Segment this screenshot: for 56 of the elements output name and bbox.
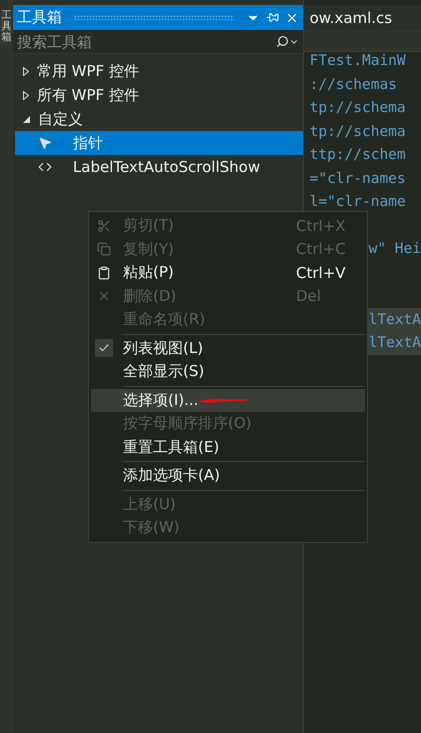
code-line: ://schemas xyxy=(308,76,398,92)
collapse-arrow-icon[interactable] xyxy=(22,116,30,122)
menu-item-label: 列表视图(L) xyxy=(123,338,204,358)
clipboard-icon xyxy=(97,266,111,280)
tree-item[interactable]: 自定义 xyxy=(14,107,303,131)
menu-item-label: 全部显示(S) xyxy=(123,362,204,382)
code-line: l="clr-name xyxy=(308,194,407,210)
search-icon[interactable] xyxy=(276,35,289,48)
code-line: FTest.MainW xyxy=(308,53,407,69)
tree-item-label: 自定义 xyxy=(38,110,83,128)
pointer-icon xyxy=(38,136,52,150)
shortcut-label: Del xyxy=(296,287,321,306)
editor-tab[interactable]: ow.xaml.cs xyxy=(304,5,421,30)
code-line: ="clr-names xyxy=(308,170,407,186)
menu-item[interactable]: 选择项(I)... xyxy=(91,388,365,412)
tree-item[interactable]: 所有 WPF 控件 xyxy=(14,83,303,107)
tree-item[interactable]: LabelTextAutoScrollShow xyxy=(14,155,303,179)
code-line: tp://schema xyxy=(308,124,407,140)
menu-item-label: 选择项(I)... xyxy=(123,390,198,410)
menu-item[interactable]: 列表视图(L) xyxy=(91,336,365,360)
tree-item-label: LabelTextAutoScrollShow xyxy=(72,158,260,176)
tree-item[interactable]: 常用 WPF 控件 xyxy=(14,59,303,83)
menu-item[interactable]: 全部显示(S) xyxy=(91,360,365,384)
menu-item-label: 删除(D) xyxy=(123,286,176,306)
shortcut-label: Ctrl+C xyxy=(296,240,346,258)
tree-item-label: 所有 WPF 控件 xyxy=(36,86,139,104)
menu-item[interactable]: 粘贴(P) Ctrl+V xyxy=(91,261,365,284)
shortcut-label: Ctrl+X xyxy=(296,216,346,235)
pin-icon[interactable] xyxy=(266,11,279,24)
menu-item-label: 复制(Y) xyxy=(123,240,174,259)
code-icon xyxy=(38,160,52,174)
copy-icon xyxy=(97,242,111,256)
code-line: w" Hei xyxy=(368,241,421,257)
menu-item-label: 重置工具箱(E) xyxy=(123,438,220,457)
scissors-icon xyxy=(97,218,111,233)
tree-item[interactable]: 指针 xyxy=(14,131,303,155)
menu-item-label: 重命名项(R) xyxy=(123,310,206,330)
menu-item-label: 按字母顺序排序(O) xyxy=(123,414,252,434)
side-tab[interactable]: 工具箱 xyxy=(1,10,12,43)
tree-item-label: 常用 WPF 控件 xyxy=(36,62,139,80)
menu-item-label: 粘贴(P) xyxy=(123,263,174,282)
code-line: tp://schema xyxy=(308,100,407,116)
menu-item-label: 剪切(T) xyxy=(123,216,174,236)
menu-item[interactable]: 添加选项卡(A) xyxy=(91,464,365,488)
menu-item-label: 下移(W) xyxy=(123,518,180,538)
menu-item[interactable]: 重置工具箱(E) xyxy=(91,436,365,459)
search-field[interactable]: 搜索工具箱 xyxy=(12,30,303,54)
panel-title: 工具箱 xyxy=(16,8,62,27)
expand-arrow-icon[interactable] xyxy=(22,66,29,76)
search-input[interactable]: 搜索工具箱 xyxy=(16,32,276,50)
menu-item-label: 上移(U) xyxy=(123,494,176,514)
menu-item-label: 添加选项卡(A) xyxy=(123,466,220,486)
code-line: ttp://schem xyxy=(308,147,407,163)
expand-arrow-icon[interactable] xyxy=(22,90,29,100)
tree-item-label: 指针 xyxy=(72,134,103,152)
shortcut-label: Ctrl+V xyxy=(296,264,346,282)
